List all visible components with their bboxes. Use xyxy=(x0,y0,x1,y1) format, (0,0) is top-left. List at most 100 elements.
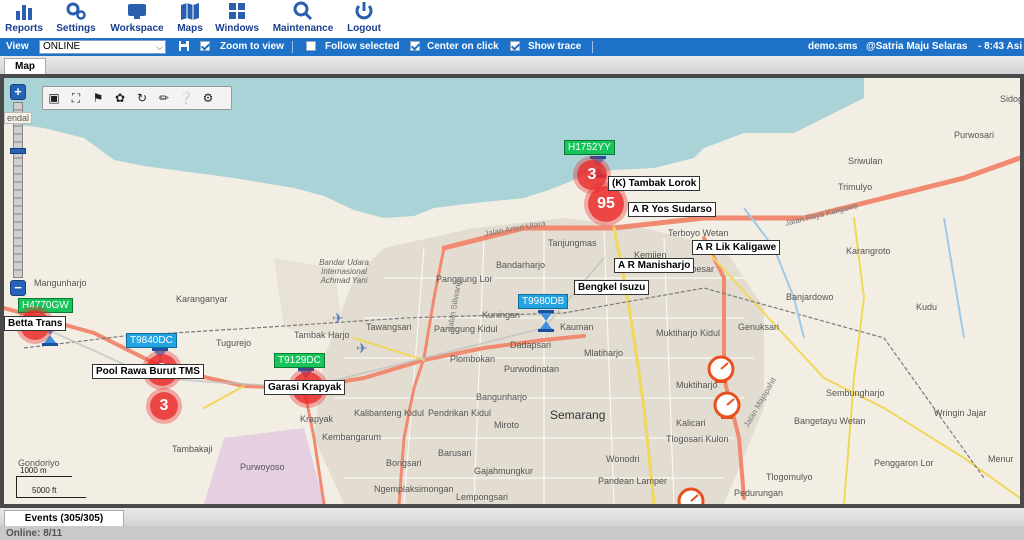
settings-round-icon[interactable]: ⚙ xyxy=(200,90,216,106)
place-label: Kudu xyxy=(916,302,938,312)
scale-imperial: 5000 ft xyxy=(32,486,57,495)
zoom-to-view-checkbox[interactable] xyxy=(200,41,210,51)
place-label: Tugurejo xyxy=(216,338,252,348)
speedometer-icon[interactable] xyxy=(676,486,706,504)
poi-label[interactable]: Bengkel Isuzu xyxy=(574,280,650,295)
vehicle-label[interactable]: T9129DC xyxy=(274,353,325,368)
place-label: Kauman xyxy=(560,322,594,332)
separator xyxy=(292,41,293,53)
hourglass-icon[interactable] xyxy=(538,310,554,332)
place-label: Mlatiharjo xyxy=(584,348,624,358)
tab-events[interactable]: Events (305/305) xyxy=(4,510,124,527)
cluster-marker[interactable]: 95 xyxy=(588,186,624,222)
place-label: Tanjungmas xyxy=(548,238,597,248)
workspace-icon xyxy=(106,1,168,23)
menu-maintenance[interactable]: Maintenance xyxy=(268,0,338,38)
info-icon[interactable]: ❔ xyxy=(178,90,194,106)
place-label: Sriwulan xyxy=(848,156,883,166)
scale-metric: 1000 m xyxy=(20,466,47,475)
show-trace-label: Show trace xyxy=(528,41,582,52)
place-label: Bongsari xyxy=(386,458,422,468)
vehicle-label[interactable]: H4770GW xyxy=(18,298,73,313)
poi-label[interactable]: A R Lik Kaligawe xyxy=(692,240,781,255)
ruler-icon[interactable]: ✏ xyxy=(156,90,172,106)
place-label: Lempongsari xyxy=(456,492,509,502)
place-label: Panggung Lor xyxy=(436,274,493,284)
place-label: Kalicari xyxy=(676,418,706,428)
menu-maps[interactable]: Maps xyxy=(174,0,206,38)
events-strip xyxy=(0,508,1024,526)
zoom-in-button[interactable]: + xyxy=(10,84,26,100)
menu-windows-label: Windows xyxy=(215,23,259,34)
measure-icon[interactable]: ⚑ xyxy=(90,90,106,106)
menu-logout[interactable]: Logout xyxy=(344,0,384,38)
map-panel: ▣ ⛶ ⚑ ✿ ↻ ✏ ❔ ⚙ + − Sidogo Purwosari Sri… xyxy=(0,74,1024,508)
scale-line xyxy=(16,476,17,498)
save-icon[interactable] xyxy=(178,40,190,55)
place-label: Muktiharjo Kidul xyxy=(656,328,721,338)
main-menu: Reports Settings Workspace Maps Windows … xyxy=(0,0,1024,38)
place-label: Dadapsari xyxy=(510,340,552,350)
vehicle-label[interactable]: T9840DC xyxy=(126,333,177,348)
poi-label[interactable]: Betta Trans xyxy=(4,316,67,331)
zoom-box-icon[interactable]: ▣ xyxy=(46,90,62,106)
map-base xyxy=(4,78,1020,504)
online-status: Online: 8/11 xyxy=(6,528,63,539)
poi-icon[interactable]: ✿ xyxy=(112,90,128,106)
place-label: Ngemplaksimongan xyxy=(374,484,454,494)
speedometer-icon[interactable] xyxy=(706,354,736,384)
place-label: Panggung Kidul xyxy=(434,324,498,334)
menu-settings[interactable]: Settings xyxy=(52,0,100,38)
poi-label[interactable]: A R Manisharjo xyxy=(614,258,695,273)
city-label: Semarang xyxy=(550,408,606,422)
zoom-to-view-label: Zoom to view xyxy=(220,41,284,52)
view-select[interactable]: ONLINE ⌵ xyxy=(39,40,166,54)
place-label: Gajahmungkur xyxy=(474,466,534,476)
place-label: Mangunharjo xyxy=(34,278,87,288)
place-label: Purwodinatan xyxy=(504,364,560,374)
speedometer-icon[interactable] xyxy=(712,390,742,420)
tab-map[interactable]: Map xyxy=(4,58,46,75)
vehicle-label[interactable]: H1752YY xyxy=(564,140,615,155)
view-label: View xyxy=(6,41,29,52)
place-label: Purwosari xyxy=(954,130,995,140)
menu-windows[interactable]: Windows xyxy=(212,0,262,38)
poi-label[interactable]: A R Yos Sudarso xyxy=(628,202,716,217)
poi-label[interactable]: (K) Tambak Lorok xyxy=(608,176,701,191)
place-label: Pendrikan Kidul xyxy=(428,408,492,418)
settings-icon xyxy=(52,1,100,23)
menu-workspace[interactable]: Workspace xyxy=(106,0,168,38)
place-label: Tawangsari xyxy=(366,322,412,332)
center-on-click-checkbox[interactable] xyxy=(410,41,420,51)
map-canvas[interactable]: ▣ ⛶ ⚑ ✿ ↻ ✏ ❔ ⚙ + − Sidogo Purwosari Sri… xyxy=(4,78,1020,504)
place-label: Barusari xyxy=(438,448,472,458)
follow-selected-label: Follow selected xyxy=(325,41,400,52)
place-label: endal xyxy=(4,112,33,124)
zoom-handle[interactable] xyxy=(10,148,26,154)
place-label: Tlogosari Kulon xyxy=(666,434,729,444)
show-trace-checkbox[interactable] xyxy=(510,41,520,51)
menu-reports[interactable]: Reports xyxy=(2,0,46,38)
chevron-down-icon: ⌵ xyxy=(156,42,163,52)
menu-logout-label: Logout xyxy=(347,23,381,34)
zoom-extent-icon[interactable]: ⛶ xyxy=(68,90,84,106)
follow-selected-checkbox[interactable] xyxy=(306,41,316,51)
vehicle-label[interactable]: T9980DB xyxy=(518,294,569,309)
place-label: Banjardowo xyxy=(786,292,834,302)
place-label: Plombokan xyxy=(450,354,496,364)
poi-label[interactable]: Garasi Krapyak xyxy=(264,380,346,395)
maintenance-icon xyxy=(268,1,338,23)
tab-strip xyxy=(0,56,1024,74)
place-label: Bangetayu Wetan xyxy=(794,416,866,426)
route-icon[interactable]: ↻ xyxy=(134,90,150,106)
place-label: Bandarharjo xyxy=(496,260,546,270)
zoom-out-button[interactable]: − xyxy=(10,280,26,296)
zoom-slider[interactable] xyxy=(13,102,23,278)
place-label: Kalibanteng Kidul xyxy=(354,408,425,418)
place-label: Pandean Lamper xyxy=(598,476,668,486)
airport-label: Bandar Udara Internasional Achmad Yani xyxy=(319,258,369,285)
status-bar xyxy=(0,526,1024,540)
place-label: Terboyo Wetan xyxy=(668,228,729,238)
poi-label[interactable]: Pool Rawa Burut TMS xyxy=(92,364,204,379)
cluster-marker[interactable]: 3 xyxy=(150,392,178,420)
